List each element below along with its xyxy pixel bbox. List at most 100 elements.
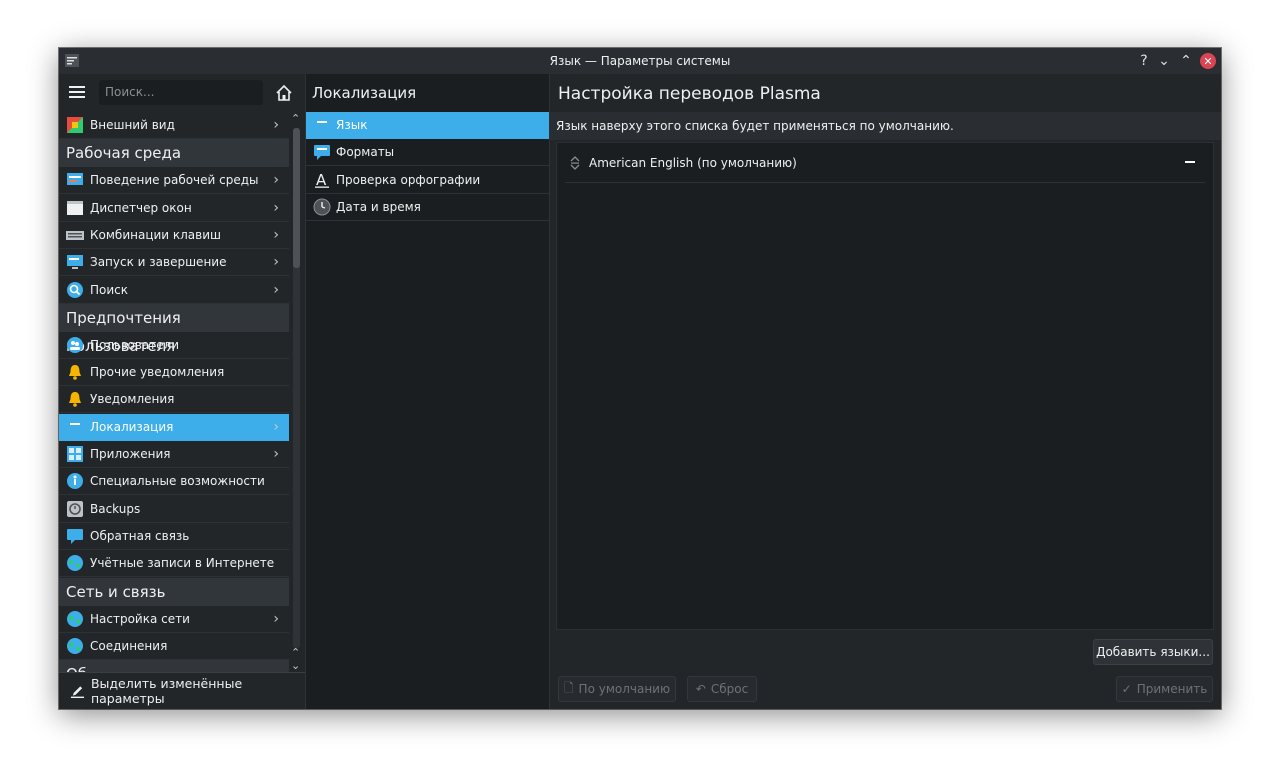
hamburger-menu-icon[interactable] (69, 85, 85, 99)
scrollbar-thumb[interactable] (293, 128, 300, 268)
sidebar-item[interactable]: Приложения › (59, 441, 289, 468)
users-icon (66, 336, 84, 354)
subcategory-label: Дата и время (336, 199, 421, 214)
sidebar-item-label: Внешний вид (90, 118, 175, 132)
defaults-label: По умолчанию (578, 682, 671, 696)
checkmark-icon: ✓ (1121, 682, 1132, 696)
remove-language-button[interactable] (1183, 155, 1197, 169)
sidebar-item[interactable]: Запуск и завершение › (59, 249, 289, 277)
subcategory-label: Проверка орфографии (336, 172, 481, 187)
startup-icon (66, 253, 84, 271)
sidebar-item-label: Специальные возможности (90, 474, 265, 489)
minimize-button[interactable]: ⌄ (1155, 52, 1173, 70)
chevron-right-icon: › (273, 281, 279, 298)
sidebar-item[interactable]: Диспетчер окон › (59, 195, 289, 222)
sidebar-scrollbar[interactable]: ⌃ ⌃ ⌄ (289, 112, 305, 672)
appearance-icon (66, 116, 84, 134)
sidebar-header: Поиск... (59, 74, 305, 112)
sidebar-item-label: Локализация (90, 419, 174, 434)
sidebar-item-label: Прочие уведомления (90, 365, 225, 380)
sidebar-item-label: Соединения (90, 638, 168, 653)
localization-icon (313, 116, 331, 134)
maximize-button[interactable]: ⌃ (1177, 52, 1195, 70)
bell-icon (66, 390, 84, 408)
localization-icon (313, 143, 331, 161)
subcategory-title: Локализация (312, 84, 417, 102)
minus-icon (1185, 161, 1195, 163)
scroll-down-icon[interactable]: ⌃ ⌄ (291, 646, 300, 672)
home-icon[interactable] (275, 84, 293, 102)
sidebar-category: Предпочтения пользователя (59, 303, 289, 355)
sidebar-item[interactable]: Пользователи (59, 332, 289, 359)
subcategory-item[interactable]: Язык (306, 112, 549, 139)
info-message: Язык наверху этого списка будет применят… (550, 112, 1221, 140)
add-languages-button[interactable]: Добавить языки... (1093, 639, 1213, 665)
sidebar-item-label: Уведомления (90, 392, 175, 407)
sidebar-item[interactable]: Поведение рабочей среды › (59, 167, 289, 195)
sidebar-item[interactable]: Обратная связь (59, 523, 289, 550)
sidebar-category: Об (59, 660, 289, 672)
sidebar-category: Сеть и связь (59, 577, 289, 606)
apply-button[interactable]: ✓ Применить (1116, 676, 1213, 702)
reset-button[interactable]: ↶ Сброс (687, 676, 757, 702)
sidebar-item-label: Backups (90, 501, 141, 516)
language-list: American English (по умолчанию) (556, 142, 1214, 630)
search-input[interactable]: Поиск... (99, 80, 263, 105)
subcategory-item[interactable]: A Проверка орфографии (306, 167, 549, 194)
applications-icon (66, 445, 84, 463)
sidebar-item-label: Приложения (90, 447, 171, 461)
subcategory-label: Язык (336, 118, 368, 132)
backups-icon (66, 500, 84, 518)
feedback-icon (66, 527, 84, 545)
search-icon (66, 281, 84, 299)
sidebar-item-label: Поведение рабочей среды (90, 173, 259, 188)
help-button[interactable]: ? (1135, 52, 1153, 70)
clock-icon (313, 198, 331, 216)
close-button[interactable]: ✕ (1200, 53, 1216, 69)
defaults-button[interactable]: 🗋 По умолчанию (558, 676, 676, 702)
chevron-right-icon: › (273, 199, 279, 216)
sidebar: Поиск... Внешний вид › Рабочая среда Поведе… (59, 74, 305, 709)
chevron-right-icon: › (273, 172, 279, 189)
drag-handle-icon[interactable] (569, 155, 581, 170)
window-title: Язык — Параметры системы (549, 54, 731, 68)
sidebar-category: Рабочая среда (59, 139, 289, 168)
subcategory-label: Форматы (336, 145, 395, 160)
language-row[interactable]: American English (по умолчанию) (565, 143, 1205, 183)
chevron-right-icon: › (273, 226, 279, 243)
chevron-right-icon: › (273, 418, 279, 435)
sidebar-item[interactable]: Настройка сети › (59, 606, 289, 633)
sidebar-item[interactable]: Комбинации клавиш › (59, 222, 289, 249)
localization-icon (66, 418, 84, 436)
sidebar-item[interactable]: Специальные возможности (59, 468, 289, 496)
highlight-changed-button[interactable]: Выделить изменённые параметры (59, 672, 305, 709)
chevron-right-icon: › (273, 446, 279, 462)
sidebar-item[interactable]: Внешний вид › (59, 112, 289, 139)
keyboard-icon (66, 226, 84, 244)
content-panel: Настройка переводов Plasma Язык наверху … (549, 74, 1221, 709)
subcategory-item[interactable]: Форматы (306, 139, 549, 167)
bell-icon (66, 363, 84, 381)
scroll-up-icon[interactable]: ⌃ (291, 112, 300, 125)
sidebar-item[interactable]: Backups (59, 496, 289, 523)
sidebar-item[interactable]: Поиск › (59, 277, 289, 304)
undo-icon: ↶ (695, 682, 706, 696)
sidebar-item[interactable]: Прочие уведомления (59, 359, 289, 387)
globe-icon (66, 554, 84, 572)
sidebar-item-label: Поиск (90, 282, 129, 297)
sidebar-item[interactable]: Уведомления (59, 386, 289, 414)
desktop-behavior-icon (66, 171, 84, 189)
sidebar-item-label: Обратная связь (90, 528, 190, 543)
sidebar-item[interactable]: Соединения (59, 633, 289, 660)
chevron-right-icon: › (273, 254, 279, 271)
accessibility-icon (66, 472, 84, 490)
subcategory-panel: Локализация Язык Форматы A Проверка орфогра… (305, 74, 549, 709)
sidebar-item[interactable]: Учётные записи в Интернете (59, 550, 289, 578)
sidebar-item-label: Комбинации клавиш (90, 227, 222, 242)
apply-label: Применить (1136, 682, 1208, 696)
svg-text:A: A (316, 171, 327, 189)
document-icon: 🗋 (563, 680, 574, 695)
sidebar-item[interactable]: Локализация › (59, 413, 289, 441)
subcategory-item[interactable]: Дата и время (306, 194, 549, 221)
settings-window: Язык — Параметры системы ? ⌄ ⌃ ✕ Поиск..… (59, 48, 1221, 709)
